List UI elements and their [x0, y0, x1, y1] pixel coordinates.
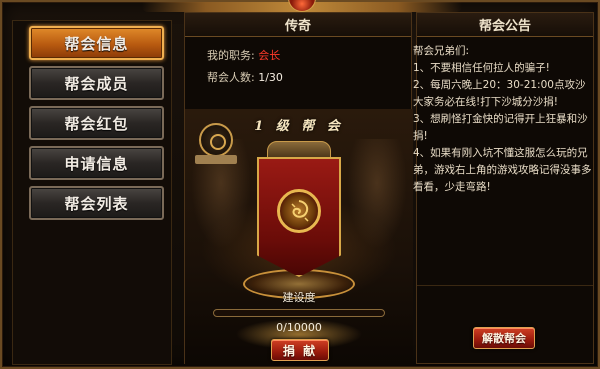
nav-guild-list-button[interactable]: 帮会列表 — [29, 186, 164, 220]
banner-crest — [267, 141, 331, 159]
notice-line: 3、想刷怪打金快的记得开上狂暴和沙捐! — [413, 113, 588, 142]
disband-guild-button[interactable]: 解散帮会 — [473, 327, 535, 349]
position-label: 我的职务: — [207, 49, 255, 62]
guild-badge-tag — [195, 155, 237, 164]
nav-guild-info-button[interactable]: 帮会信息 — [29, 26, 164, 60]
nav-guild-red-packet-button[interactable]: 帮会红包 — [29, 106, 164, 140]
dragon-emblem-icon — [277, 189, 321, 233]
guild-notice-panel: 帮会公告 帮会兄弟们: 1、不要相信任何拉人的骗子! 2、每周六晚上20：30-… — [413, 12, 595, 364]
construction-progress-bar — [213, 309, 385, 317]
members-row: 帮会人数: 1/30 — [207, 69, 283, 85]
dragon-right-decoration — [347, 139, 407, 249]
nav-applications-button[interactable]: 申请信息 — [29, 146, 164, 180]
guild-window: 帮会信息 帮会成员 帮会红包 申请信息 帮会列表 传奇 我的职务: 会长 帮会人… — [0, 0, 600, 369]
construction-progress-text: 0/10000 — [276, 321, 322, 334]
guild-info-panel: 传奇 我的职务: 会长 帮会人数: 1/30 1 级 帮 会 建设度 0/100… — [184, 12, 413, 365]
guild-name: 传奇 — [284, 19, 311, 34]
guild-banner-scene: 1 级 帮 会 建设度 0/10000 捐 献 — [185, 109, 413, 365]
notice-content: 帮会兄弟们: 1、不要相信任何拉人的骗子! 2、每周六晚上20：30-21:00… — [413, 43, 595, 196]
position-row: 我的职务: 会长 — [207, 47, 280, 63]
donate-button[interactable]: 捐 献 — [271, 339, 329, 361]
construction-label: 建设度 — [282, 291, 316, 304]
notice-line: 2、每周六晚上20：30-21:00点攻沙大家务必在线!打下沙城分沙捐! — [413, 79, 586, 108]
position-value: 会长 — [258, 49, 281, 62]
notice-divider — [417, 285, 593, 286]
guild-name-title: 传奇 — [185, 13, 411, 37]
notice-line: 1、不要相信任何拉人的骗子! — [413, 62, 550, 74]
notice-line: 帮会兄弟们: — [413, 45, 470, 57]
notice-line: 4、如果有刚入坑不懂这服怎么玩的兄弟，游戏右上角的游戏攻略记得没事多看看，少走弯… — [413, 147, 592, 193]
guild-badge-icon[interactable] — [199, 123, 233, 157]
notice-title-text: 帮会公告 — [478, 19, 531, 34]
notice-title: 帮会公告 — [417, 13, 593, 37]
members-value: 1/30 — [258, 71, 283, 84]
members-label: 帮会人数: — [207, 71, 255, 84]
nav-guild-members-button[interactable]: 帮会成员 — [29, 66, 164, 100]
guild-nav: 帮会信息 帮会成员 帮会红包 申请信息 帮会列表 — [12, 20, 172, 365]
